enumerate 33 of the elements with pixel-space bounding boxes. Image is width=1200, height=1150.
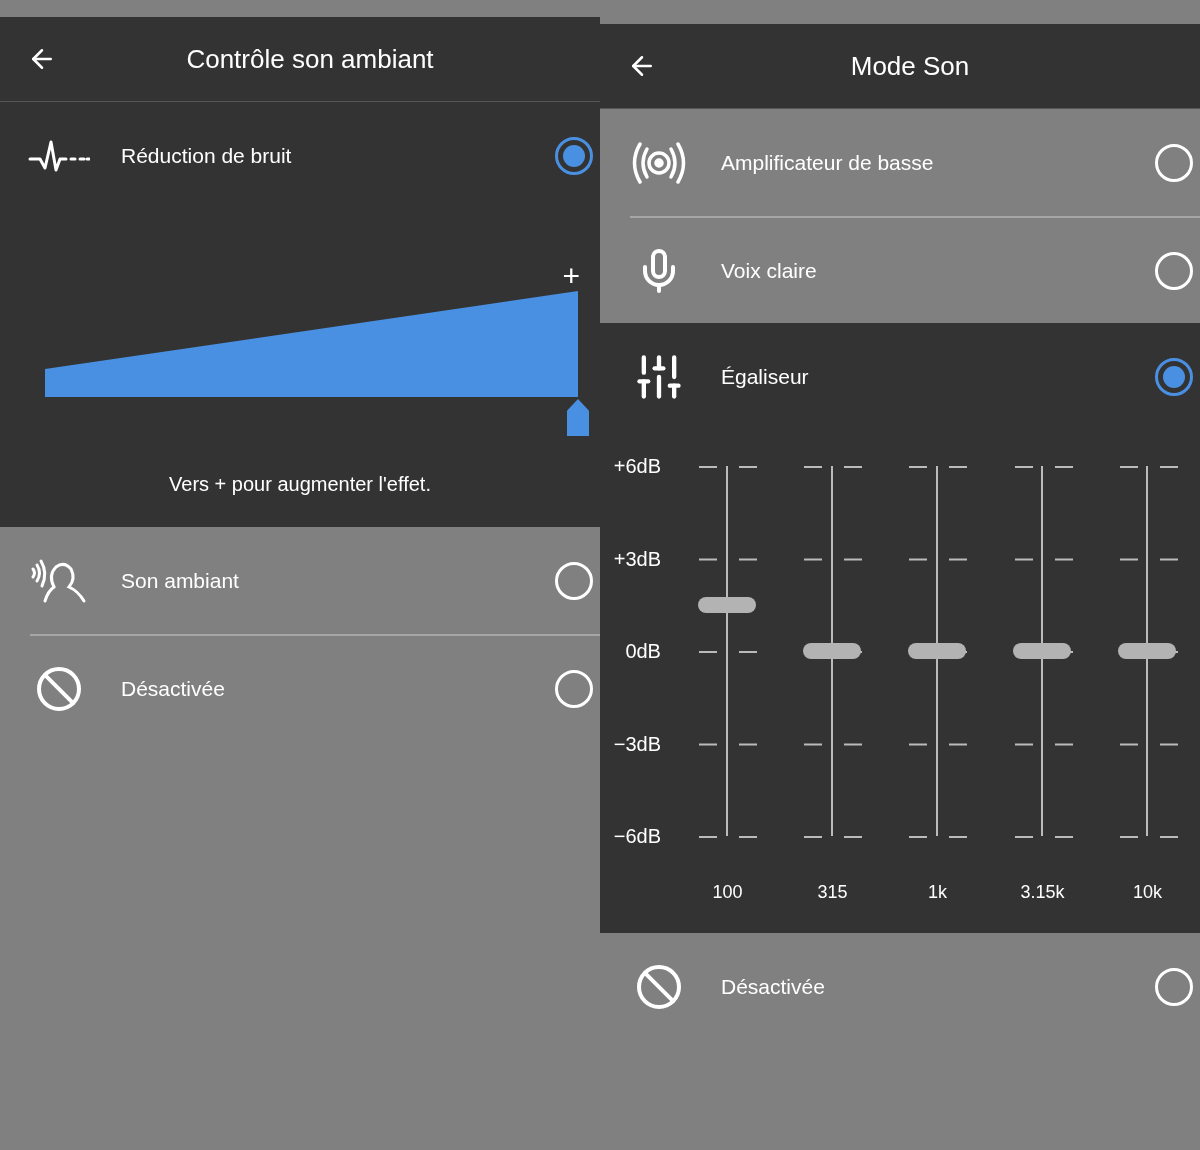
frequency-label: 3.15k <box>1020 881 1065 904</box>
radio-button[interactable] <box>555 136 593 175</box>
screen-title: Contrôle son ambiant <box>186 42 434 76</box>
option-label: Désactivée <box>121 675 226 702</box>
frequency-label: 10k <box>1133 881 1162 904</box>
prohibited-icon <box>635 962 683 1011</box>
screen-title: Mode Son <box>850 49 970 83</box>
db-label: 0dB <box>625 639 661 663</box>
hint-text: Vers + pour augmenter l'effet. <box>169 472 431 497</box>
frequency-label: 1k <box>928 881 947 904</box>
radio-button[interactable] <box>1155 357 1193 396</box>
option-row[interactable]: Réduction de bruit + Vers + pour augmenter l'effet. <box>0 102 600 527</box>
eq-slider-thumb[interactable] <box>1118 643 1177 659</box>
option-label: Réduction de bruit <box>121 142 293 169</box>
eq-slider-thumb[interactable] <box>802 643 861 659</box>
option-label: Son ambiant <box>121 567 240 594</box>
eq-slider-thumb[interactable] <box>907 643 966 659</box>
frequency-label: 100 <box>712 881 743 904</box>
db-label: +3dB <box>613 546 661 571</box>
option-label: Voix claire <box>721 257 818 284</box>
db-label: −6dB <box>613 824 661 848</box>
max-label: + <box>562 261 580 291</box>
option-label: Égaliseur <box>721 363 810 390</box>
db-label: +6dB <box>613 454 661 478</box>
option-row[interactable]: Égaliseur +6dB +3dB 0dB −3dB −6dB 100 315 1k 3.15k 10k <box>600 323 1200 933</box>
frequency-label: 315 <box>817 881 848 904</box>
slider-handle[interactable] <box>567 399 589 436</box>
option-label: Amplificateur de basse <box>721 149 935 176</box>
eq-slider-thumb[interactable] <box>697 596 756 613</box>
option-label: Désactivée <box>721 973 826 1000</box>
db-label: −3dB <box>613 731 661 756</box>
eq-slider-thumb[interactable] <box>1013 643 1072 659</box>
prohibited-icon <box>35 664 83 713</box>
